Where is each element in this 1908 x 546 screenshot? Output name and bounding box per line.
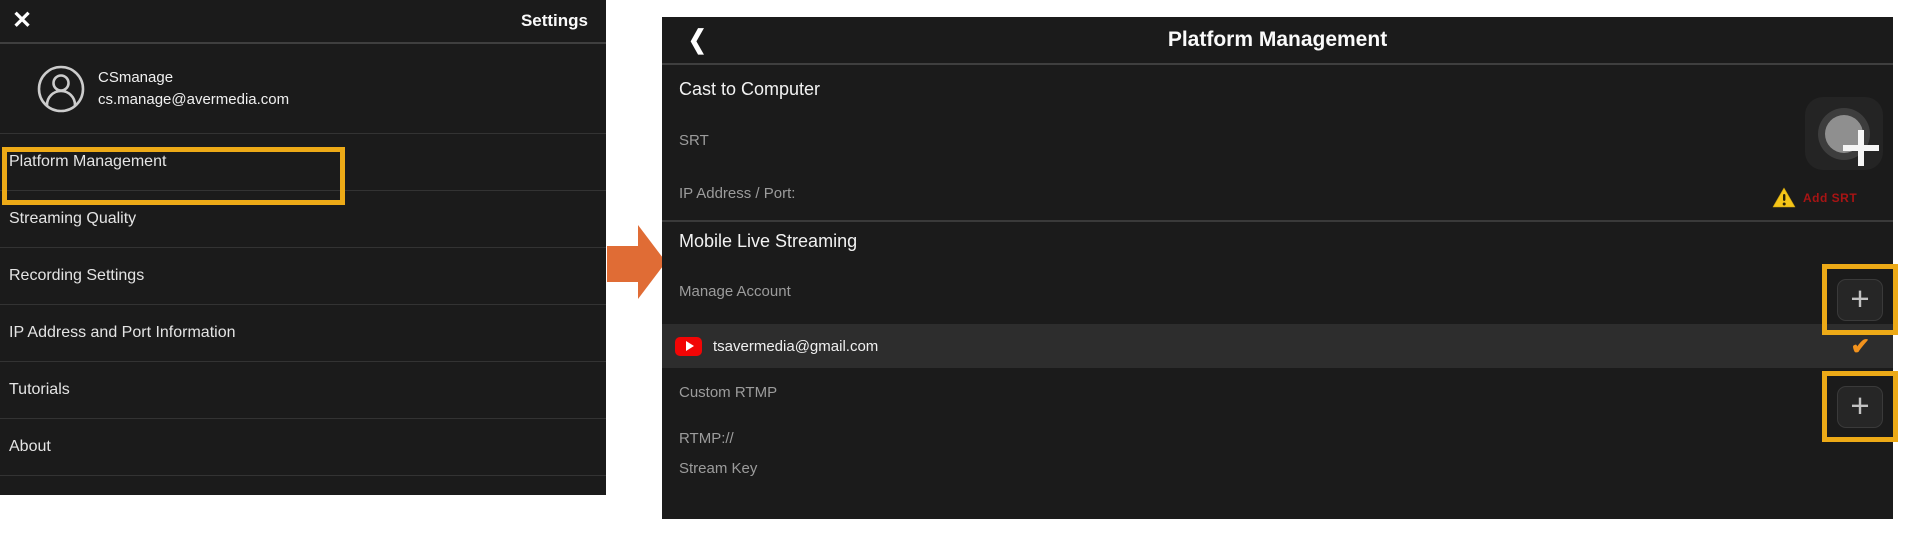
close-icon[interactable]: ✕ — [12, 9, 32, 33]
add-cast-camera-button[interactable] — [1805, 97, 1883, 170]
manage-account-label: Manage Account — [679, 283, 791, 300]
profile-text: CSmanage cs.manage@avermedia.com — [98, 69, 289, 108]
menu-item-recording-settings[interactable]: Recording Settings — [0, 248, 606, 305]
youtube-account-row[interactable]: tsavermedia@gmail.com ✔ — [662, 324, 1893, 368]
plus-icon: + — [1850, 389, 1869, 422]
section-divider — [662, 220, 1893, 222]
settings-header: ✕ Settings — [0, 0, 606, 44]
platform-header: ❮ Platform Management — [662, 17, 1893, 65]
screenshot-canvas: ✕ Settings CSmanage cs.manage@avermedia.… — [0, 0, 1908, 546]
highlight-box-add-rtmp: + — [1822, 371, 1898, 442]
settings-title: Settings — [521, 11, 588, 31]
add-srt-warning[interactable]: Add SRT — [1772, 187, 1857, 208]
menu-item-label: IP Address and Port Information — [9, 324, 236, 342]
user-avatar-icon — [37, 65, 85, 113]
selected-check-icon: ✔ — [1851, 333, 1870, 360]
menu-item-label: Recording Settings — [9, 267, 144, 285]
platform-management-panel: ❮ Platform Management Cast to Computer S… — [662, 17, 1893, 519]
rtmp-url-label: RTMP:// — [679, 430, 734, 447]
add-custom-rtmp-button[interactable]: + — [1837, 386, 1883, 428]
youtube-icon — [675, 337, 702, 356]
menu-item-about[interactable]: About — [0, 419, 606, 476]
add-account-button[interactable]: + — [1837, 279, 1883, 321]
youtube-account-email: tsavermedia@gmail.com — [713, 338, 878, 355]
menu-item-ip-address-info[interactable]: IP Address and Port Information — [0, 305, 606, 362]
settings-panel: ✕ Settings CSmanage cs.manage@avermedia.… — [0, 0, 606, 495]
plus-icon: + — [1850, 282, 1869, 315]
highlight-box-add-account: + — [1822, 264, 1898, 335]
highlight-box-platform-management — [2, 147, 345, 205]
profile-email: cs.manage@avermedia.com — [98, 91, 289, 108]
menu-item-tutorials[interactable]: Tutorials — [0, 362, 606, 419]
account-profile-row[interactable]: CSmanage cs.manage@avermedia.com — [0, 44, 606, 134]
profile-name: CSmanage — [98, 69, 289, 86]
back-icon[interactable]: ❮ — [688, 25, 706, 55]
cast-to-computer-header: Cast to Computer — [679, 79, 820, 100]
transition-arrow — [607, 246, 638, 282]
menu-item-label: Tutorials — [9, 381, 70, 399]
plus-icon — [1843, 130, 1879, 166]
mobile-live-streaming-header: Mobile Live Streaming — [679, 231, 857, 252]
menu-item-label: About — [9, 438, 51, 456]
platform-title: Platform Management — [1168, 28, 1387, 52]
srt-label: SRT — [679, 132, 709, 149]
stream-key-label: Stream Key — [679, 460, 757, 477]
add-srt-label: Add SRT — [1803, 191, 1857, 205]
custom-rtmp-label: Custom RTMP — [679, 384, 777, 401]
menu-item-label: Streaming Quality — [9, 210, 136, 228]
warning-icon — [1772, 187, 1796, 208]
ip-address-port-label: IP Address / Port: — [679, 185, 795, 202]
